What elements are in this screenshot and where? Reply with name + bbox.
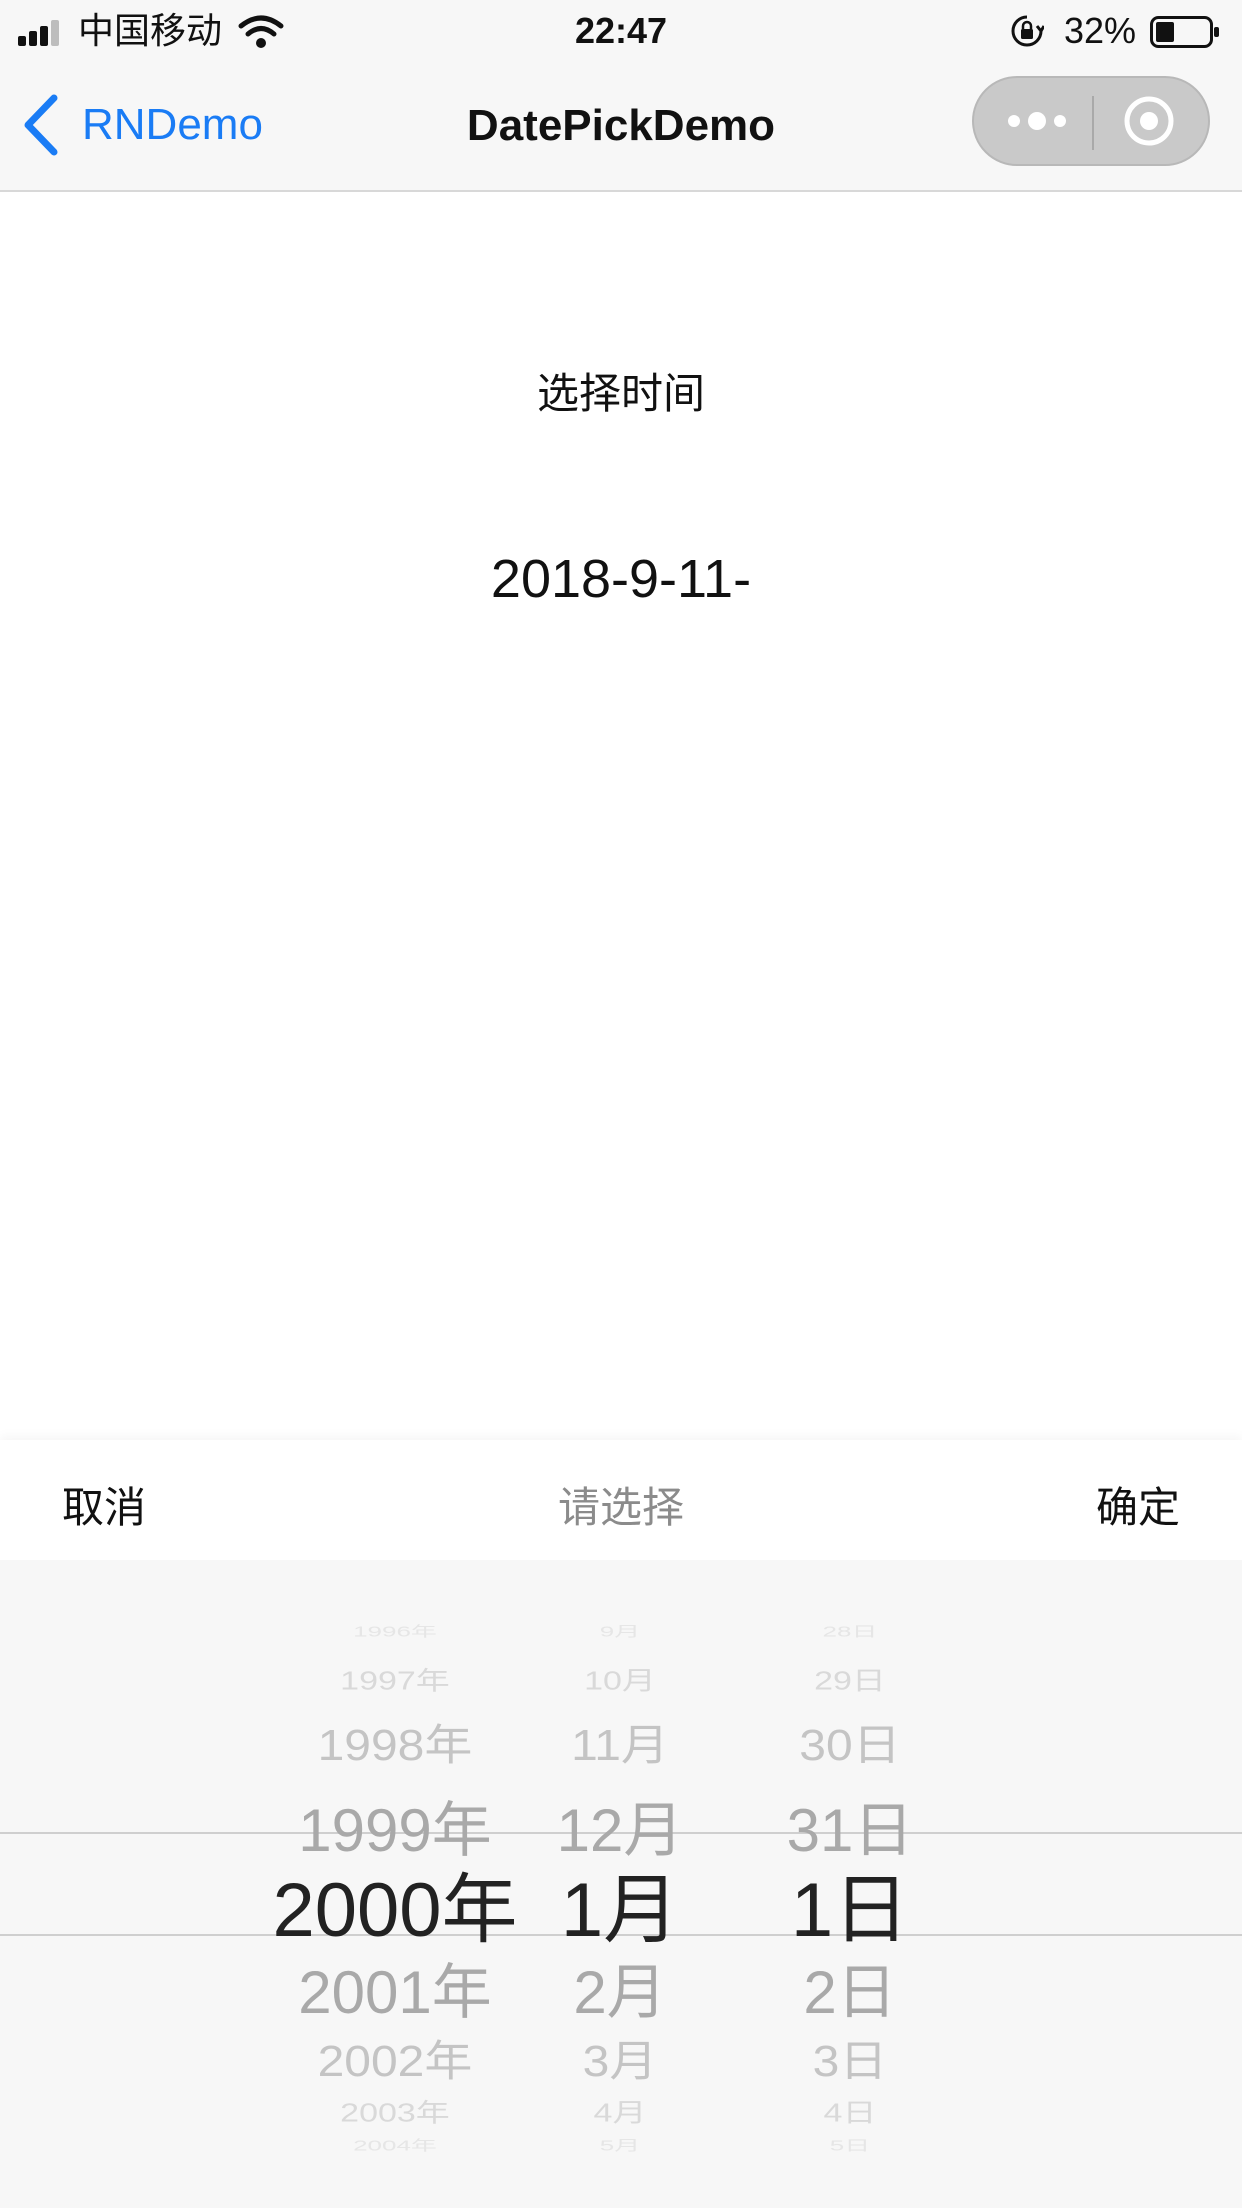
day-option: 29日: [814, 1666, 886, 1696]
confirm-button[interactable]: 确定: [1096, 1474, 1180, 1535]
day-option: 5日: [829, 2137, 871, 2154]
date-picker-wheels: 1996年 1997年 1998年 1999年 2000年 2001年 2002…: [0, 1560, 1242, 2208]
month-option: 5月: [599, 2137, 641, 2154]
month-option: 3月: [582, 2038, 658, 2086]
year-option-selected: 2000年: [272, 1868, 518, 1953]
capsule-divider: [1092, 96, 1094, 150]
year-option: 2001年: [298, 1959, 492, 2026]
day-option: 2日: [803, 1959, 897, 2026]
year-wheel[interactable]: 1996年 1997年 1998年 1999年 2000年 2001年 2002…: [250, 1560, 540, 2208]
year-option: 1996年: [353, 1623, 437, 1640]
month-option-selected: 1月: [560, 1868, 680, 1953]
month-option: 11月: [571, 1722, 669, 1770]
picker-toolbar: 取消 请选择 确定: [0, 1440, 1242, 1560]
day-wheel[interactable]: 28日 29日 30日 31日 1日 2日 3日 4日 5日: [760, 1560, 940, 2208]
battery-icon: [1150, 16, 1219, 48]
month-option: 10月: [584, 1666, 656, 1696]
day-option: 4日: [823, 2098, 877, 2128]
day-option: 28日: [822, 1623, 878, 1640]
day-option: 3日: [812, 2038, 888, 2086]
rotation-lock-icon: [1011, 15, 1044, 47]
day-option: 30日: [799, 1722, 901, 1770]
selected-date-value: 2018-9-11-: [490, 549, 752, 609]
month-option: 4月: [593, 2098, 647, 2128]
more-options-icon[interactable]: [1002, 78, 1072, 164]
year-option: 2003年: [340, 2098, 450, 2128]
picker-title: 请选择: [557, 1484, 684, 1531]
navigation-bar: RNDemo DatePickDemo: [0, 62, 1242, 192]
mini-program-capsule: [972, 76, 1210, 166]
close-mini-program-icon[interactable]: [1122, 94, 1176, 148]
select-time-label[interactable]: 选择时间: [0, 360, 1242, 421]
clock: 22:47: [574, 10, 668, 51]
year-option: 1997年: [340, 1666, 450, 1696]
month-option: 2月: [573, 1959, 667, 2026]
year-option: 2002年: [317, 2038, 473, 2086]
month-option: 9月: [599, 1623, 641, 1640]
status-bar: 中国移动 22:47 32%: [0, 0, 1242, 62]
day-option-selected: 1日: [790, 1868, 910, 1953]
battery-percentage: 32%: [1064, 10, 1137, 51]
month-wheel[interactable]: 9月 10月 11月 12月 1月 2月 3月 4月 5月: [540, 1560, 700, 2208]
year-option: 2004年: [353, 2137, 437, 2154]
year-option: 1998年: [317, 1722, 473, 1770]
